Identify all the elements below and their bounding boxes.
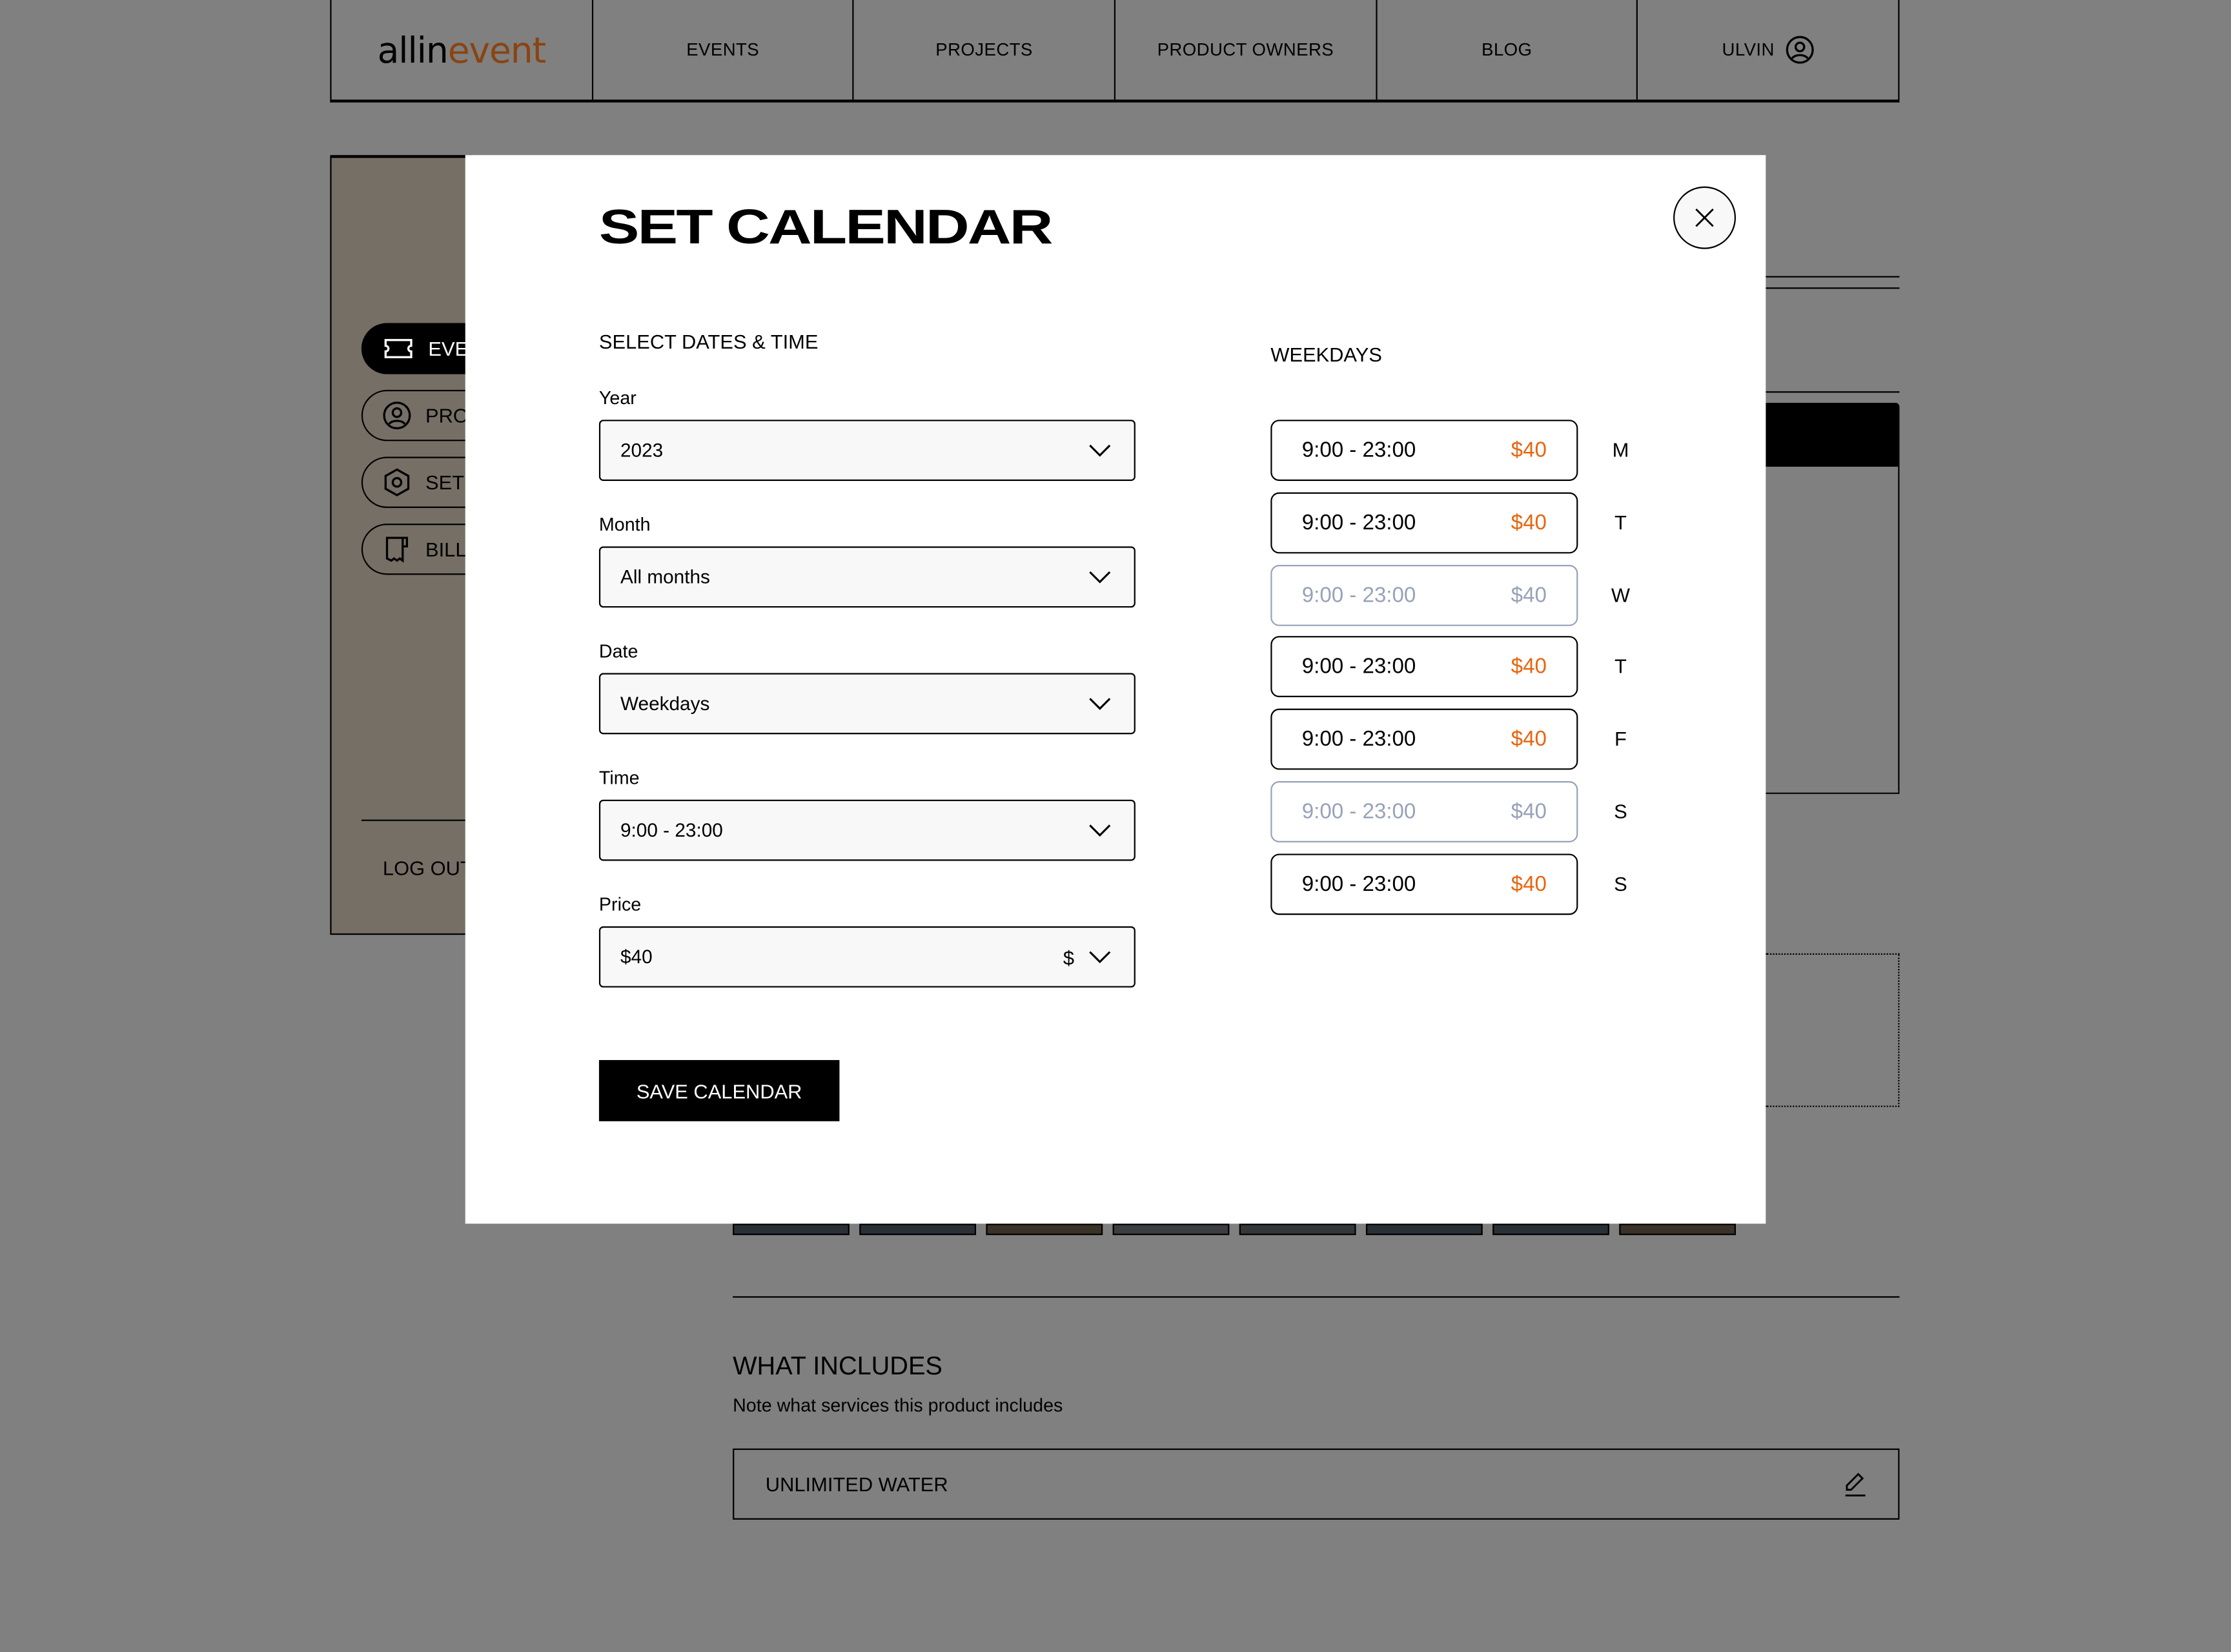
- currency-select[interactable]: $: [1063, 946, 1074, 968]
- gallery-thumbnail[interactable]: [733, 1223, 850, 1236]
- divider: [1766, 287, 1900, 289]
- month-select[interactable]: All months: [598, 546, 1136, 608]
- price-value: $40: [620, 946, 653, 968]
- divider: [733, 1296, 1900, 1298]
- time-label: Time: [598, 767, 640, 789]
- slot-price: $40: [1511, 510, 1547, 535]
- page: allinevent EVENTS PROJECTS PRODUCT OWNER…: [0, 0, 2231, 1652]
- nav-events[interactable]: EVENTS: [593, 0, 855, 100]
- gallery-thumbnail[interactable]: [986, 1223, 1103, 1236]
- top-nav: allinevent EVENTS PROJECTS PRODUCT OWNER…: [330, 0, 1900, 103]
- date-select[interactable]: Weekdays: [598, 673, 1136, 735]
- divider: [1766, 276, 1900, 278]
- close-button[interactable]: [1673, 186, 1737, 249]
- weekday-letter: W: [1611, 582, 1631, 606]
- upload-dropzone[interactable]: [1766, 953, 1900, 1107]
- chevron-down-icon: [1089, 444, 1111, 457]
- user-name: ULVIN: [1722, 39, 1775, 60]
- price-input[interactable]: $40 $: [598, 926, 1136, 988]
- weekday-letter: S: [1614, 872, 1627, 895]
- includes-title: WHAT INCLUDES: [733, 1351, 942, 1380]
- user-icon: [383, 402, 411, 430]
- edit-icon[interactable]: [1844, 1471, 1867, 1497]
- gallery-thumbnail[interactable]: [1619, 1223, 1737, 1236]
- time-value: 9:00 - 23:00: [620, 819, 723, 841]
- slot-time: 9:00 - 23:00: [1301, 438, 1416, 463]
- weekdays-title: WEEKDAYS: [1270, 343, 1382, 366]
- time-select[interactable]: 9:00 - 23:00: [598, 799, 1136, 861]
- gallery-thumbnail[interactable]: [1239, 1223, 1356, 1236]
- divider: [1766, 391, 1900, 393]
- nav-blog[interactable]: BLOG: [1377, 0, 1638, 100]
- chevron-down-icon[interactable]: [1088, 950, 1111, 964]
- weekday-slot[interactable]: 9:00 - 23:00 $40: [1270, 781, 1578, 842]
- price-label: Price: [598, 893, 642, 915]
- section-title: SELECT DATES & TIME: [598, 330, 819, 353]
- logout-link[interactable]: LOG OUT: [383, 857, 473, 879]
- nav-product-owners[interactable]: PRODUCT OWNERS: [1116, 0, 1377, 100]
- weekday-slot[interactable]: 9:00 - 23:00 $40: [1270, 709, 1578, 770]
- year-value: 2023: [620, 440, 664, 462]
- settings-icon: [384, 468, 410, 496]
- sidebar-item-label: PRO: [425, 403, 469, 427]
- slot-price: $40: [1511, 727, 1547, 752]
- date-value: Weekdays: [620, 693, 710, 715]
- chevron-down-icon: [1089, 571, 1111, 584]
- include-item-label: UNLIMITED WATER: [765, 1473, 948, 1496]
- slot-price: $40: [1511, 582, 1547, 607]
- logo-text: allin: [377, 29, 449, 71]
- close-icon: [1695, 208, 1714, 227]
- weekday-slot[interactable]: 9:00 - 23:00 $40: [1270, 564, 1578, 626]
- month-value: All months: [620, 566, 710, 588]
- slot-time: 9:00 - 23:00: [1301, 727, 1416, 752]
- weekday-letter: F: [1615, 727, 1627, 750]
- gallery-thumbnail[interactable]: [1365, 1223, 1483, 1236]
- weekday-letter: T: [1615, 510, 1627, 534]
- logo[interactable]: allinevent: [332, 0, 593, 100]
- slot-price: $40: [1511, 872, 1547, 897]
- slot-time: 9:00 - 23:00: [1301, 872, 1416, 897]
- year-select[interactable]: 2023: [598, 420, 1136, 481]
- divider: [361, 819, 476, 821]
- gallery-thumbnail[interactable]: [1492, 1223, 1609, 1236]
- background-card: [1766, 402, 1900, 794]
- logo-text-accent: event: [447, 29, 547, 71]
- save-calendar-button[interactable]: SAVE CALENDAR: [598, 1060, 840, 1121]
- chevron-down-icon: [1089, 824, 1111, 837]
- chevron-down-icon: [1089, 698, 1111, 710]
- slot-time: 9:00 - 23:00: [1301, 582, 1416, 607]
- gallery-thumbnail[interactable]: [1112, 1223, 1230, 1236]
- sidebar-item-label: BILL: [425, 538, 467, 561]
- sidebar-item-label: SET: [425, 471, 465, 494]
- slot-time: 9:00 - 23:00: [1301, 510, 1416, 535]
- ticket-icon: [384, 339, 413, 358]
- include-item: UNLIMITED WATER: [733, 1448, 1900, 1520]
- slot-time: 9:00 - 23:00: [1301, 799, 1416, 824]
- date-label: Date: [598, 640, 638, 662]
- weekday-letter: S: [1614, 799, 1627, 822]
- year-label: Year: [598, 387, 637, 409]
- receipt-icon: [385, 536, 409, 563]
- set-calendar-modal: SET CALENDAR SELECT DATES & TIME Year 20…: [465, 155, 1766, 1224]
- slot-price: $40: [1511, 655, 1547, 680]
- user-menu[interactable]: ULVIN: [1638, 0, 1899, 99]
- gallery-thumbnail[interactable]: [859, 1223, 977, 1236]
- weekday-slot[interactable]: 9:00 - 23:00 $40: [1270, 637, 1578, 698]
- weekday-letter: T: [1615, 655, 1627, 678]
- weekday-slot[interactable]: 9:00 - 23:00 $40: [1270, 853, 1578, 915]
- user-icon: [1786, 36, 1814, 64]
- sidebar-item-label: EVE: [428, 337, 469, 360]
- month-label: Month: [598, 513, 651, 535]
- slot-price: $40: [1511, 438, 1547, 463]
- slot-time: 9:00 - 23:00: [1301, 655, 1416, 680]
- slot-price: $40: [1511, 799, 1547, 824]
- weekday-slot[interactable]: 9:00 - 23:00 $40: [1270, 492, 1578, 553]
- nav-projects[interactable]: PROJECTS: [854, 0, 1116, 100]
- modal-title: SET CALENDAR: [598, 200, 1054, 255]
- includes-note: Note what services this product includes: [733, 1394, 1063, 1416]
- weekday-slot[interactable]: 9:00 - 23:00 $40: [1270, 420, 1578, 481]
- weekday-letter: M: [1612, 438, 1629, 462]
